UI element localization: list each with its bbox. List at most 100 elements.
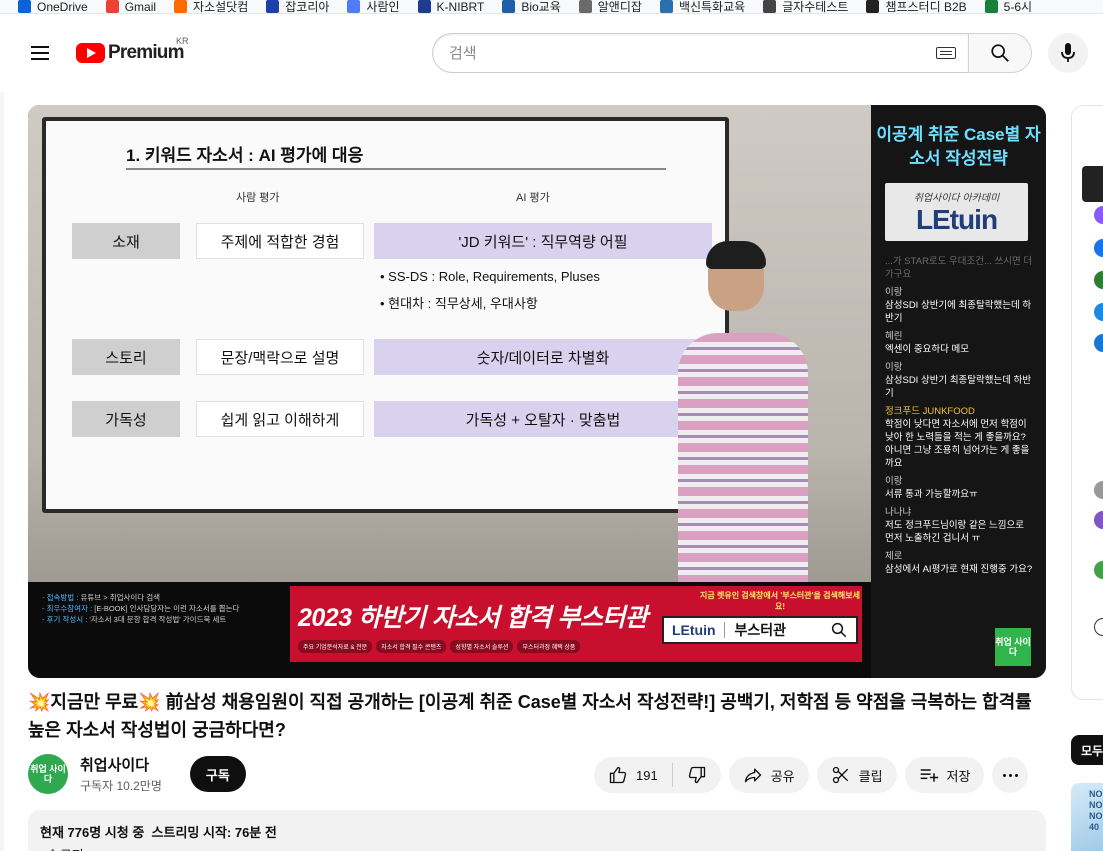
banner-tag: 자소서 합격 필수 콘텐츠 — [376, 640, 447, 653]
banner-info-line: - 접속방법 : 유튜브 > 취업사이다 검색 — [42, 592, 239, 603]
chat-thumbnail[interactable] — [1082, 166, 1103, 202]
live-chat-overlay: ...가 STAR로도 우대조건... 쓰시면 더 가구요 이랑 삼성SDI 상반기… — [885, 255, 1035, 581]
sheets-icon — [984, 0, 998, 13]
bookmark-label: 5-6시 — [1003, 0, 1033, 14]
chat-text: ...가 STAR로도 우대조건... 쓰시면 더 가구요 — [885, 256, 1033, 280]
vaccine-icon — [659, 0, 673, 13]
mic-icon — [1061, 43, 1075, 62]
keyboard-icon[interactable] — [936, 47, 956, 59]
chat-avatar[interactable] — [1094, 334, 1103, 352]
chat-message: 이랑 서류 통과 가능할까요ㅠ — [885, 475, 1035, 501]
subscribe-button[interactable]: 구독 — [189, 756, 246, 792]
chat-avatar[interactable] — [1094, 206, 1103, 224]
presenter-hair — [706, 241, 766, 269]
youtube-premium-logo[interactable]: Premium KR — [76, 36, 189, 64]
bookmark-label: 챔프스터디 B2B — [885, 0, 967, 14]
share-button[interactable]: 공유 — [728, 757, 809, 793]
bookmark-label: Gmail — [124, 0, 157, 14]
action-bar: 191 공유 클립 저장 — [594, 757, 1029, 793]
clip-button[interactable]: 클립 — [816, 757, 897, 793]
bookmark-item[interactable]: 백신특화교육 — [642, 0, 746, 14]
like-button[interactable]: 191 — [594, 757, 672, 793]
chat-avatar[interactable] — [1094, 303, 1103, 321]
bookmark-item[interactable]: 잡코리아 — [248, 0, 329, 13]
banner-info-value: 유튜브 > 취업사이다 검색 — [78, 593, 161, 602]
row-human: 문장/맥락으로 설명 — [196, 339, 364, 375]
bookmark-item[interactable]: 알앤디잡 — [561, 0, 642, 14]
bookmark-label: 백신특화교육 — [678, 0, 746, 14]
bookmarks-bar: OneDrive Gmail 자소설닷컴 잡코리아 사람인 K-NIBRT Bio교육 알앤디… — [0, 0, 1103, 14]
bio-icon — [502, 0, 516, 13]
bookmark-item[interactable]: 글자수테스트 — [745, 0, 848, 13]
globe-icon — [763, 0, 777, 13]
video-side-panel: 이공계 취준 Case별 자소서 작성전략 취업사이다 아카데미 LEtuin … — [871, 105, 1046, 678]
channel-avatar[interactable]: 취업 사이다 — [28, 754, 68, 794]
slide-title: 1. 키워드 자소서 : AI 평가에 대응 — [126, 146, 364, 165]
right-sidebar-live-chat — [1071, 105, 1103, 700]
chat-nick: 이랑 — [885, 362, 903, 373]
chat-nick: 제로 — [885, 551, 903, 562]
stream-started: 스트리밍 시작: 76분 전 — [151, 825, 277, 840]
banner-headline: 2023 하반기 자소서 합격 부스터관 — [298, 604, 648, 632]
banner-info: - 접속방법 : 유튜브 > 취업사이다 검색 - 최우수참여자 : [E-BOO… — [42, 592, 239, 625]
row-ai: 숫자/데이터로 차별화 — [374, 339, 712, 375]
save-button[interactable]: 저장 — [904, 757, 985, 793]
bookmark-label: Bio교육 — [521, 0, 561, 14]
chat-message: 이랑 삼성SDI 상반기에 최종탈락했는데 하반기 — [885, 286, 1035, 325]
windows-icon — [18, 0, 31, 13]
chat-avatar[interactable] — [1094, 271, 1103, 289]
search-button[interactable] — [968, 33, 1032, 73]
logo-text: Premium — [108, 42, 185, 63]
chat-avatar[interactable] — [1094, 511, 1103, 529]
live-viewers: 현재 776명 시청 중 — [40, 825, 145, 840]
region-label: KR — [176, 36, 189, 46]
saramin-icon — [347, 0, 361, 13]
jasoseol-icon — [174, 0, 188, 13]
logo-small-text: 취업사이다 아카데미 — [913, 192, 1000, 204]
channel-name[interactable]: 취업사이다 — [80, 754, 162, 775]
chat-message: 나나냐 저도 정크푸드님이랑 같은 느낌으로 먼저 노출하긴 겁니서 ㅠ — [885, 506, 1035, 545]
slide-bullet: • SS-DS : Role, Requirements, Pluses — [380, 269, 600, 284]
video-player[interactable]: 1. 키워드 자소서 : AI 평가에 대응 사람 평가 AI 평가 소재 주제… — [28, 105, 1046, 678]
voice-search-button[interactable] — [1048, 33, 1088, 73]
bookmark-item[interactable]: 자소설닷컴 — [156, 0, 248, 13]
share-label: 공유 — [770, 768, 795, 784]
menu-button[interactable] — [20, 35, 60, 71]
bookmark-item[interactable]: 챔프스터디 B2B — [848, 0, 967, 14]
search-bar — [432, 33, 1032, 73]
scissors-icon — [832, 766, 848, 784]
bookmark-item[interactable]: K-NIBRT — [400, 0, 484, 13]
banner-info-value: [E-BOOK] 인사담당자는 이런 자소서를 뽑는다 — [92, 604, 240, 613]
bookmark-item[interactable]: Gmail — [88, 0, 157, 14]
chat-avatar[interactable] — [1094, 481, 1103, 499]
bookmark-item[interactable]: 5-6시 — [967, 0, 1033, 14]
emoji-icon[interactable] — [1094, 618, 1103, 636]
chat-message: 혜린 엑센이 중요하다 메모 — [885, 330, 1035, 356]
channel-badge: 취업 사이다 — [995, 628, 1031, 666]
dislike-button[interactable] — [673, 757, 721, 793]
subscriber-count: 구독자 10.2만명 — [80, 779, 162, 793]
champ-icon — [866, 0, 880, 13]
chat-avatar[interactable] — [1094, 239, 1103, 257]
description-box[interactable]: 현재 776명 시청 중 스트리밍 시작: 76분 전 📢 공지 — [28, 810, 1046, 851]
bookmark-label: 알앤디잡 — [597, 0, 642, 14]
more-dots-icon — [1002, 773, 1006, 777]
recommended-thumbnail[interactable]: NO NO NO 40 — [1071, 783, 1103, 851]
bookmark-item[interactable]: Bio교육 — [484, 0, 561, 14]
chat-nick: 혜린 — [885, 331, 903, 342]
bookmark-item[interactable]: OneDrive — [0, 0, 88, 13]
more-actions-button[interactable] — [992, 757, 1029, 793]
banner-tag: 주요 기업분석자료 & 전문 — [298, 640, 373, 653]
bookmark-item[interactable]: 사람인 — [329, 0, 400, 13]
search-input[interactable] — [449, 44, 936, 62]
banner-info-value: '자소서 3대 문항 합격 작성법' 가이드북 세트 — [87, 615, 227, 624]
chat-message: 정크푸드 JUNKFOOD 학점이 낮다면 자소서에 먼저 학점이 낮아 한 노력… — [885, 405, 1035, 470]
banner-search-term: 부스터관 — [734, 622, 787, 638]
banner-tags: 주요 기업분석자료 & 전문 자소서 합격 필수 콘텐츠 성향별 자소서 솔루션 부스… — [298, 640, 581, 653]
like-count: 191 — [636, 767, 658, 783]
filter-chip-all[interactable]: 모두 — [1071, 735, 1103, 765]
banner-info-line: - 후기 작성시 : '자소서 3대 문항 합격 작성법' 가이드북 세트 — [42, 614, 239, 625]
chat-text: 삼성SDI 상반기 최종탈락했는데 하반기 — [885, 375, 1032, 399]
chat-avatar[interactable] — [1094, 561, 1103, 579]
banner-tag: 성향별 자소서 솔루션 — [450, 640, 514, 653]
